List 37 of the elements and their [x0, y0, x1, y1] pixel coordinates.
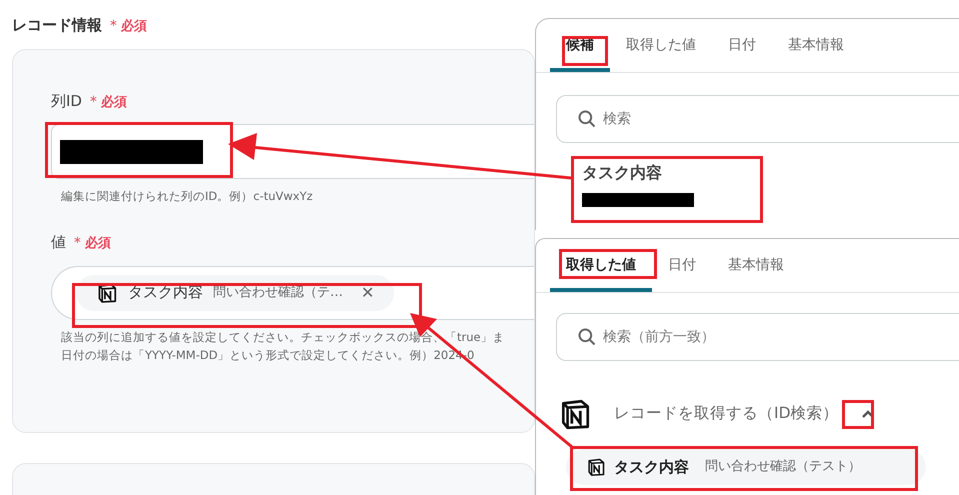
search-icon [577, 327, 597, 347]
required-label: 必須 [121, 18, 147, 36]
group-header[interactable]: レコードを取得する（ID検索） [536, 389, 959, 439]
search-field[interactable]: 検索（前方一致） [556, 313, 959, 361]
field-label: 列ID [51, 90, 82, 112]
tab[interactable]: 日付 [712, 19, 772, 72]
required-asterisk: ＊ [106, 15, 121, 36]
output-item[interactable]: タスク内容 問い合わせ確認（テスト） [566, 449, 926, 485]
token-name: タスク内容 [128, 282, 203, 304]
annotation-frame [842, 400, 874, 429]
search-field[interactable]: 検索 [556, 95, 959, 143]
section-title: レコード情報 [12, 15, 102, 36]
remove-button[interactable]: ✕ [361, 280, 374, 304]
search-input[interactable]: 検索（前方一致） [603, 326, 903, 348]
tab[interactable]: 基本情報 [712, 239, 800, 292]
tab[interactable]: 取得した値 [550, 239, 652, 292]
annotation-frame [562, 36, 608, 66]
required-label: 必須 [85, 234, 111, 253]
text-field[interactable] [51, 124, 534, 179]
required-asterisk: ＊ [70, 232, 85, 253]
group-title: レコードを取得する（ID検索） [614, 403, 839, 424]
output-item-value: 問い合わせ確認（テスト） [705, 458, 861, 476]
hint-text: 編集に関連付けられた列のID。例）c-tuVwxYz [61, 188, 313, 205]
hint-text: 該当の列に追加する値を設定してください。チェックボックスの場合、「true」ま [61, 328, 505, 346]
field-label: 値 [51, 232, 66, 253]
suggestion-title[interactable]: タスク内容 [582, 161, 959, 185]
search-icon [577, 109, 597, 129]
tab[interactable]: 取得した値 [610, 19, 712, 72]
token-value: 問い合わせ確認（テ… [213, 284, 343, 302]
required-asterisk: ＊ [86, 90, 101, 112]
output-item-name: タスク内容 [614, 456, 689, 478]
required-label: 必須 [100, 94, 127, 112]
search-input[interactable]: 検索 [603, 108, 903, 130]
tab[interactable]: 日付 [652, 239, 712, 292]
notion-logo-icon [586, 457, 606, 477]
tab[interactable]: 基本情報 [772, 19, 860, 72]
token-field[interactable]: タスク内容 問い合わせ確認（テ… ✕ [51, 266, 534, 320]
